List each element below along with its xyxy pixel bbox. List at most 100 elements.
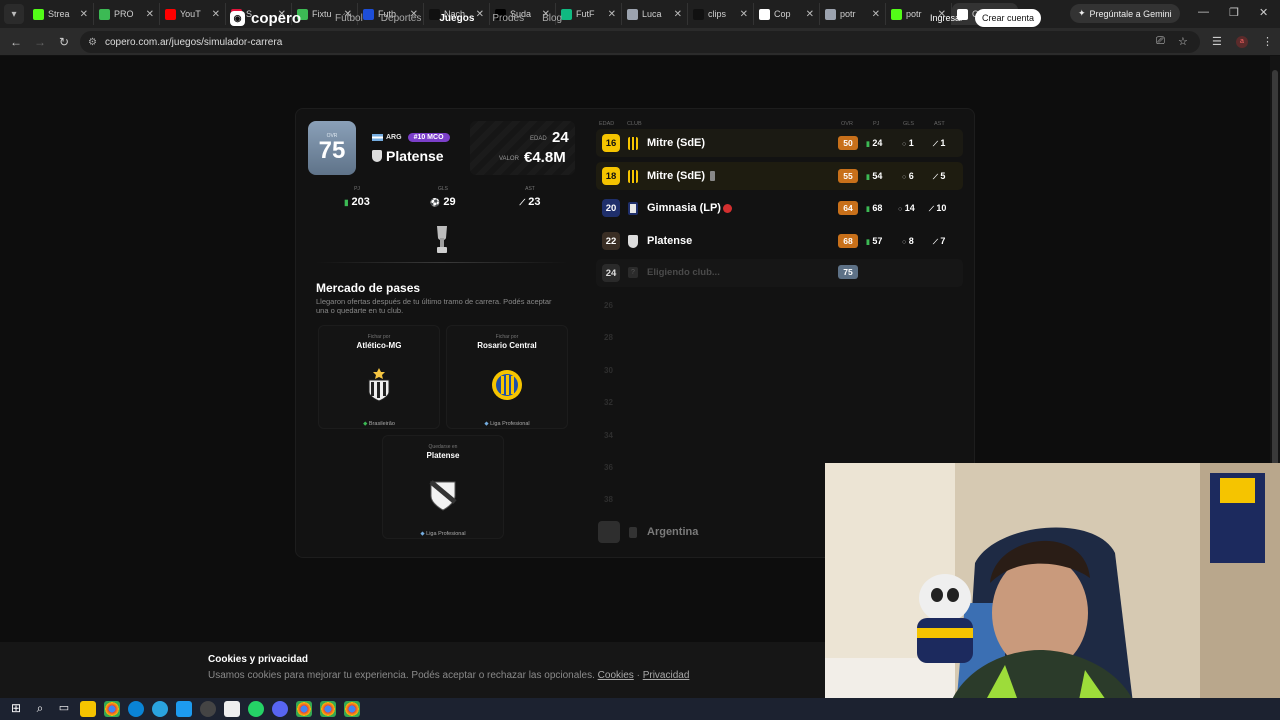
telegram-icon[interactable] (152, 701, 168, 717)
logo-text: copero (251, 10, 302, 27)
capcut-icon[interactable] (224, 701, 240, 717)
site-info-icon[interactable]: ⚙ (88, 37, 97, 48)
unknown-club-icon: ? (628, 267, 638, 278)
search-icon[interactable]: ⌕ (32, 701, 48, 717)
bookmark-star-icon[interactable]: ☆ (1178, 35, 1188, 48)
forward-button[interactable]: → (28, 35, 52, 49)
close-window-button[interactable]: ✕ (1259, 6, 1268, 19)
tab-close-icon[interactable]: ✕ (608, 9, 616, 20)
stat-value: 29 (443, 196, 456, 208)
tab-search-button[interactable]: ▾ (4, 4, 24, 24)
nav-futbol[interactable]: Fútbol (335, 13, 363, 24)
ball-icon: ○ (902, 141, 907, 148)
cookie-description: Usamos cookies para mejorar tu experienc… (208, 670, 595, 681)
discord-icon[interactable] (272, 701, 288, 717)
matches-icon: ▮ (866, 206, 870, 213)
file-explorer-icon[interactable] (80, 701, 96, 717)
stat-value: 23 (528, 196, 541, 208)
minimize-button[interactable]: — (1198, 6, 1209, 18)
chrome-icon[interactable] (104, 701, 120, 717)
chrome-profile-icon[interactable] (320, 701, 336, 717)
reading-list-icon[interactable]: ☰ (1212, 35, 1222, 48)
install-icon[interactable]: ⎚ (1156, 35, 1165, 48)
nav-blog[interactable]: Blog (542, 13, 562, 24)
login-link[interactable]: Ingresar (930, 13, 963, 23)
restore-button[interactable]: ❐ (1229, 6, 1239, 19)
obs-icon[interactable] (200, 701, 216, 717)
platense-crest-icon (628, 235, 638, 248)
back-button[interactable]: ← (4, 35, 28, 49)
national-team-name: Argentina (647, 526, 699, 538)
reload-button[interactable]: ↻ (52, 35, 76, 49)
copero-logo[interactable]: ◉ copero (230, 10, 301, 27)
col-age: EDAD (599, 121, 615, 127)
tab-title: potr (840, 9, 856, 19)
browser-tab[interactable]: YouT ✕ (160, 3, 226, 25)
injury-icon (723, 204, 732, 213)
tab-close-icon[interactable]: ✕ (80, 9, 88, 20)
twitter-icon[interactable] (176, 701, 192, 717)
offer-card-rosario-central[interactable]: Fichar por Rosario Central ◆ Liga Profes… (446, 325, 568, 429)
profile-avatar[interactable]: a (1236, 36, 1248, 48)
offer-league: Liga Profesional (426, 531, 466, 537)
task-view-icon[interactable]: ▭ (56, 701, 72, 717)
edge-icon[interactable] (128, 701, 144, 717)
browser-tab[interactable]: PRO ✕ (94, 3, 160, 25)
offer-kind: Fichar por (367, 334, 391, 340)
url-field[interactable]: ⚙ copero.com.ar/juegos/simulador-carrera (80, 31, 1200, 53)
privacy-link[interactable]: Privacidad (643, 670, 690, 681)
tab-favicon-icon (33, 8, 44, 20)
mitre-crest-icon (628, 137, 638, 150)
future-age: 34 (604, 431, 613, 440)
offer-league: Brasileirão (368, 421, 395, 427)
ball-icon: ○ (902, 239, 907, 246)
row-pj: 68 (872, 203, 883, 213)
cookies-link[interactable]: Cookies (598, 670, 634, 681)
menu-icon[interactable]: ⋮ (1262, 35, 1273, 48)
future-age: 38 (604, 495, 613, 504)
tab-close-icon[interactable]: ✕ (806, 9, 814, 20)
browser-tab[interactable]: Strea ✕ (28, 3, 94, 25)
browser-tab[interactable]: FutF ✕ (556, 3, 622, 25)
logo-icon: ◉ (230, 11, 245, 26)
signup-button[interactable]: Crear cuenta (975, 9, 1041, 27)
trophy-icon (710, 171, 715, 181)
offer-kind: Fichar por (495, 334, 519, 340)
browser-tab[interactable]: Luca ✕ (622, 3, 688, 25)
offer-card-stay-platense[interactable]: Quedarse en Platense ◆ Liga Profesional (382, 435, 504, 539)
tab-close-icon[interactable]: ✕ (740, 9, 748, 20)
nav-juegos[interactable]: Juegos (439, 13, 474, 24)
offer-club-name: Atlético-MG (356, 341, 402, 350)
tab-title: Strea (48, 9, 70, 19)
row-club: Mitre (SdE) (647, 170, 706, 182)
row-ovr: 64 (838, 201, 858, 215)
boot-icon: ⟋ (929, 206, 934, 213)
browser-tab[interactable]: clips ✕ (688, 3, 754, 25)
chrome-profile-icon[interactable] (296, 701, 312, 717)
whatsapp-icon[interactable] (248, 701, 264, 717)
tab-close-icon[interactable]: ✕ (872, 9, 880, 20)
gemini-button[interactable]: ✦ Pregúntale a Gemini (1070, 4, 1180, 23)
start-button[interactable]: ⊞ (8, 701, 24, 717)
tab-close-icon[interactable]: ✕ (146, 9, 154, 20)
nav-prodes[interactable]: Prodes (492, 13, 524, 24)
tab-favicon-icon (825, 8, 836, 20)
browser-tab[interactable]: potr ✕ (820, 3, 886, 25)
row-ovr: 75 (838, 265, 858, 279)
offer-card-atletico-mg[interactable]: Fichar por Atlético-MG ◆ Brasileirão (318, 325, 440, 429)
webcam-image (825, 463, 1280, 720)
argentina-flag-icon (372, 134, 383, 141)
ball-icon: ⚽ (430, 198, 441, 207)
browser-tab[interactable]: Cop ✕ (754, 3, 820, 25)
tab-close-icon[interactable]: ✕ (674, 9, 682, 20)
chrome-profile-icon[interactable] (344, 701, 360, 717)
separator: · (636, 670, 640, 681)
market-value: €4.8M (524, 149, 566, 166)
address-bar: ← → ↻ ⚙ copero.com.ar/juegos/simulador-c… (0, 28, 1280, 56)
col-gls: GLS (903, 121, 915, 127)
tab-close-icon[interactable]: ✕ (212, 9, 220, 20)
nav-deportes[interactable]: Deportes (381, 13, 422, 24)
webcam-overlay (825, 463, 1280, 720)
future-age: 36 (604, 463, 613, 472)
atletico-mg-crest-icon (368, 368, 390, 402)
